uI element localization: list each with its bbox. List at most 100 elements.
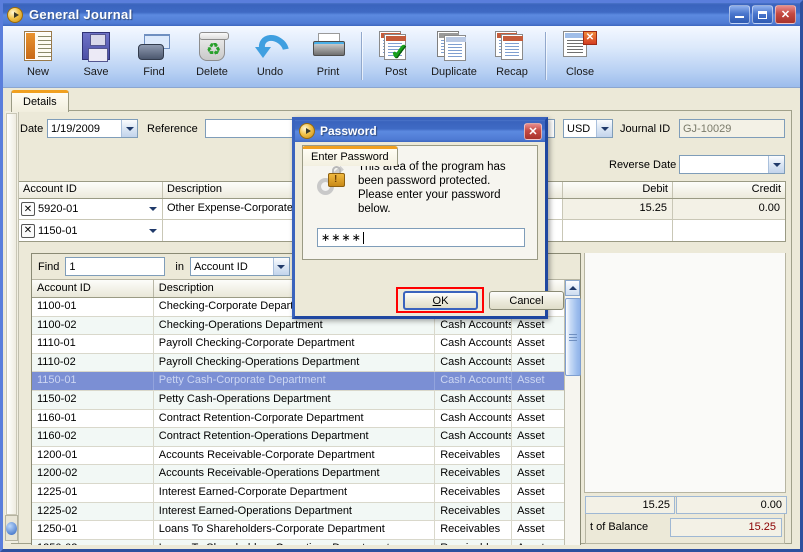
minimize-button[interactable] xyxy=(729,5,750,24)
toolbar-separator-2 xyxy=(545,32,547,80)
delete-row-x-icon[interactable]: ✕ xyxy=(21,223,35,238)
recycle-bin-icon xyxy=(195,31,229,63)
post-check-icon: ✓ xyxy=(379,31,413,63)
list-cell-desc: Interest Earned-Corporate Department xyxy=(154,483,436,502)
date-field[interactable]: 1/19/2009 xyxy=(47,119,138,138)
toolbar-label-post: Post xyxy=(384,66,407,78)
scrollbar-track[interactable] xyxy=(6,113,17,515)
list-cell-cls: Asset xyxy=(517,523,545,536)
list-item[interactable]: 1110-01 Payroll Checking-Corporate Depart… xyxy=(32,335,564,354)
entry-debit[interactable]: 15.25 xyxy=(563,199,673,219)
list-cell-id: 1150-01 xyxy=(32,372,154,390)
close-document-icon: ✕ xyxy=(563,31,597,63)
list-cell-cls: Asset xyxy=(517,318,545,331)
journal-id-label: Journal ID xyxy=(620,123,671,135)
list-cell-type: Cash Accounts xyxy=(435,353,513,372)
reverse-date-field[interactable] xyxy=(679,155,785,174)
list-cell-id: 1160-01 xyxy=(32,409,154,428)
play-circle-icon xyxy=(299,123,315,139)
tab-details[interactable]: Details xyxy=(11,90,69,112)
binoculars-icon xyxy=(137,31,171,63)
dialog-close-button[interactable]: ✕ xyxy=(524,122,542,140)
chevron-down-icon[interactable] xyxy=(145,228,160,233)
chevron-down-icon[interactable] xyxy=(145,207,160,211)
list-item[interactable]: 1150-02 Petty Cash-Operations Department C… xyxy=(32,390,564,410)
list-cell-cls: Asset xyxy=(517,430,545,443)
entry-col-account-id: Account ID xyxy=(19,182,163,198)
toolbar-button-close[interactable]: ✕ Close xyxy=(551,29,609,85)
account-list-scrollbar[interactable] xyxy=(564,280,581,545)
toolbar-button-recap[interactable]: Recap xyxy=(483,29,541,85)
tab-strip: Details xyxy=(11,90,69,112)
close-icon: ✕ xyxy=(780,9,791,21)
window-title: General Journal xyxy=(29,7,133,22)
password-dialog: Password ✕ Enter Password ! This area of… xyxy=(292,117,564,319)
list-cell-cls: Asset xyxy=(517,374,545,387)
password-input[interactable]: ∗∗∗∗ xyxy=(317,228,525,247)
reverse-date-value xyxy=(680,156,768,173)
list-item[interactable]: 1225-01 Interest Earned-Corporate Departm… xyxy=(32,483,564,503)
list-cell-cls: Asset xyxy=(517,504,545,517)
toolbar-label-new: New xyxy=(26,66,49,78)
password-value: ∗∗∗∗ xyxy=(321,232,362,244)
entry-credit[interactable] xyxy=(673,220,785,241)
list-item[interactable]: 1200-01 Accounts Receivable-Corporate Dep… xyxy=(32,446,564,466)
account-list[interactable]: Account ID Description Account Type Clas… xyxy=(32,280,564,545)
list-cell-id: 1250-02 xyxy=(32,539,154,545)
chevron-down-icon[interactable] xyxy=(768,156,784,173)
cancel-button[interactable]: Cancel xyxy=(489,291,564,310)
list-item[interactable]: 1160-01 Contract Retention-Corporate Depa… xyxy=(32,409,564,429)
toolbar-label-recap: Recap xyxy=(496,66,528,78)
scroll-up-button[interactable] xyxy=(565,280,580,296)
list-item[interactable]: 1100-02 Checking-Operations Department Cas… xyxy=(32,316,564,336)
list-item[interactable]: 1110-02 Payroll Checking-Operations Depar… xyxy=(32,353,564,373)
find-label: Find xyxy=(38,260,60,273)
toolbar-button-delete[interactable]: Delete xyxy=(183,29,241,85)
toolbar-button-find[interactable]: Find xyxy=(125,29,183,85)
find-input[interactable]: 1 xyxy=(65,257,166,276)
list-cell-cls: Asset xyxy=(517,467,545,480)
toolbar-button-post[interactable]: ✓ Post xyxy=(367,29,425,85)
chevron-down-icon[interactable] xyxy=(596,120,612,137)
entry-credit[interactable]: 0.00 xyxy=(673,199,785,219)
list-item[interactable]: 1250-02Loans To Shareholders-Operations … xyxy=(32,539,564,545)
list-item[interactable]: 1160-02 Contract Retention-Operations Dep… xyxy=(32,428,564,447)
list-item[interactable]: 1150-01 Petty Cash-Corporate Department Ca… xyxy=(32,372,564,391)
entry-debit[interactable] xyxy=(563,220,673,241)
list-cell-type: Cash Accounts xyxy=(435,372,513,390)
delete-row-x-icon[interactable]: ✕ xyxy=(21,202,35,216)
find-field-select[interactable]: Account ID xyxy=(189,257,290,276)
list-item[interactable]: 1250-01 Loans To Shareholders-Corporate D… xyxy=(32,521,564,540)
chevron-down-icon[interactable] xyxy=(121,120,137,137)
list-cell-id: 1110-01 xyxy=(32,335,154,353)
form-scrollbar[interactable] xyxy=(5,111,19,543)
dialog-tab-enter-password[interactable]: Enter Password xyxy=(302,146,398,166)
date-label: Date xyxy=(20,123,44,135)
scrollbar-thumb[interactable] xyxy=(565,298,581,376)
list-cell-desc: Contract Retention-Corporate Department xyxy=(154,409,436,428)
close-button[interactable]: ✕ xyxy=(775,5,796,24)
ok-button-highlight xyxy=(396,287,484,313)
currency-select[interactable]: USD xyxy=(563,119,613,138)
list-cell-cls: Asset xyxy=(517,337,545,350)
maximize-button[interactable] xyxy=(752,5,773,24)
reverse-date-label: Reverse Date xyxy=(609,159,677,171)
toolbar-button-new[interactable]: New xyxy=(9,29,67,85)
toolbar-button-undo[interactable]: Undo xyxy=(241,29,299,85)
app-root: General Journal ✕ New Save Find Delete U… xyxy=(0,0,803,552)
toolbar-button-duplicate[interactable]: Duplicate xyxy=(425,29,483,85)
list-cell-type: Receivables xyxy=(435,539,513,545)
find-field-value: Account ID xyxy=(193,260,248,273)
list-cell-desc: Loans To Shareholders-Corporate Departme… xyxy=(154,521,436,539)
totals-pane: 15.25 0.00 t of Balance 15.25 xyxy=(585,496,787,544)
entry-col-credit: Credit xyxy=(751,183,781,195)
list-item[interactable]: 1200-02 Accounts Receivable-Operations De… xyxy=(32,465,564,484)
toolbar-button-print[interactable]: Print xyxy=(299,29,357,85)
scroll-corner-button[interactable] xyxy=(5,515,18,541)
list-item[interactable]: 1225-02 Interest Earned-Operations Depart… xyxy=(32,502,564,522)
toolbar-button-save[interactable]: Save xyxy=(67,29,125,85)
list-cell-type: Receivables xyxy=(435,502,513,521)
chevron-down-icon[interactable] xyxy=(272,258,289,275)
toolbar-label-delete: Delete xyxy=(196,66,228,78)
toolbar-separator-1 xyxy=(361,32,363,80)
